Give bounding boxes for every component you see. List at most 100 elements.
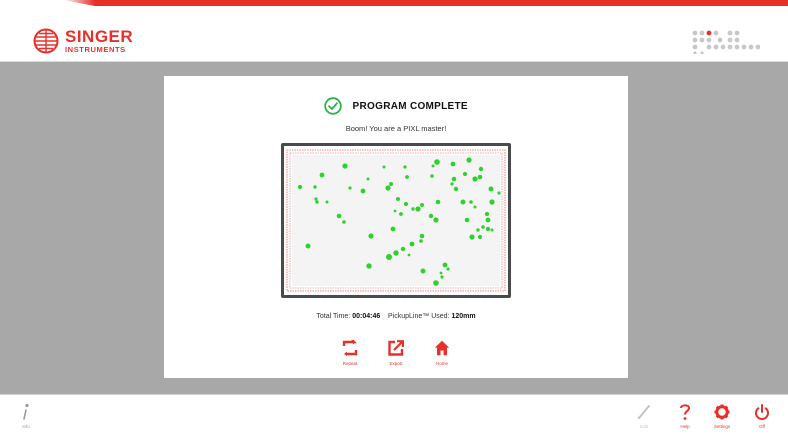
colony-dot [393, 209, 397, 213]
colony-dot [366, 263, 372, 269]
help-button[interactable]: Help [671, 403, 699, 429]
info-icon [23, 403, 29, 420]
repeat-button[interactable]: Repeat [336, 340, 364, 366]
colony-dot [451, 176, 457, 182]
program-complete-heading: PROGRAM COMPLETE [164, 97, 628, 117]
gear-icon [714, 404, 730, 420]
home-label: Home [435, 361, 448, 366]
colony-dot [390, 226, 396, 232]
colony-dot [360, 188, 366, 194]
colony-dot [490, 228, 494, 232]
home-icon [434, 340, 450, 356]
off-button[interactable]: Off [748, 403, 776, 429]
colony-dot [435, 199, 441, 205]
brand-subtitle: INSTRUMENTS [65, 45, 126, 55]
colony-dot [466, 157, 472, 163]
colony-dot [409, 241, 415, 247]
colony-dot [385, 185, 391, 191]
colony-dot [420, 268, 426, 274]
colony-dot [403, 201, 409, 207]
colony-dot [439, 271, 443, 275]
colony-dot [476, 228, 480, 232]
export-button[interactable]: Export [382, 340, 410, 366]
repeat-label: Repeat [342, 361, 358, 366]
home-button[interactable]: Home [428, 340, 456, 366]
pickupline-value: 120mm [451, 313, 476, 320]
colony-dot [462, 171, 468, 177]
colony-dot [342, 163, 348, 169]
colony-dot [434, 159, 440, 165]
colony-dot [478, 166, 484, 172]
colony-dot [415, 206, 421, 212]
question-icon [680, 404, 691, 420]
footer-bar: Info Edit Help Settings Off [0, 394, 788, 434]
edit-button[interactable]: Edit [630, 403, 658, 429]
colony-dot [477, 174, 483, 180]
program-complete-card: PROGRAM COMPLETE Boom! You are a PIXL ma… [164, 76, 628, 378]
export-icon [388, 340, 404, 356]
colony-dot [433, 280, 439, 286]
colony-dot [368, 233, 374, 239]
program-complete-title: PROGRAM COMPLETE [352, 100, 468, 112]
colony-dot [440, 275, 444, 279]
colony-dot [469, 200, 473, 204]
colony-dot [481, 225, 485, 229]
brand-name: SINGER [65, 27, 134, 47]
settings-button[interactable]: Settings [708, 403, 736, 429]
colony-dot [477, 234, 483, 240]
colony-dot [382, 165, 386, 169]
colony-dot [325, 200, 329, 204]
colony-dot [419, 239, 423, 243]
colony-dot [297, 184, 303, 190]
colony-dot [442, 262, 448, 268]
total-time-value: 00:04:46 [352, 313, 381, 320]
colony-dot [428, 213, 434, 219]
singer-globe-icon [33, 28, 59, 54]
colony-dot [313, 185, 317, 189]
pencil-icon [637, 405, 650, 420]
help-label: Help [680, 424, 690, 429]
colony-dot [419, 233, 425, 239]
colony-dot [411, 207, 415, 211]
completion-message: Boom! You are a PIXL master! [345, 124, 447, 133]
colony-dot [485, 217, 491, 223]
colony-dot [386, 254, 392, 260]
colony-dot [446, 267, 450, 271]
repeat-icon [342, 340, 358, 356]
colony-dot [433, 217, 439, 223]
colony-dot [348, 186, 352, 190]
colony-dot [396, 197, 400, 201]
colony-dot [314, 197, 318, 201]
colony-dot [420, 203, 424, 207]
colony-dot [489, 199, 495, 205]
colony-dot [393, 250, 399, 256]
colony-dot [497, 191, 501, 195]
colony-dot [403, 165, 407, 169]
colony-dot [366, 177, 370, 181]
colony-dot [407, 253, 411, 257]
colony-dot [431, 164, 435, 168]
colony-dot [336, 213, 342, 219]
off-label: Off [759, 424, 765, 429]
power-icon [755, 404, 769, 420]
info-label: Info [22, 424, 30, 429]
colony-dot [469, 234, 475, 240]
colony-dot [488, 186, 494, 192]
action-buttons: Repeat Export Home [164, 340, 628, 366]
colony-dot [405, 175, 409, 179]
colony-dot [485, 226, 491, 232]
colony-dot [453, 186, 459, 192]
header-bar: SINGER INSTRUMENTS [0, 6, 788, 62]
pickupline-label: PickupLine™ Used: [388, 313, 450, 320]
colony-dot [305, 243, 311, 249]
info-button[interactable]: Info [12, 403, 40, 429]
colony-dot [464, 217, 470, 223]
colony-dot [389, 182, 393, 186]
colony-dot [399, 212, 403, 216]
colony-dot [342, 220, 346, 224]
colony-dot [460, 199, 466, 205]
singer-logo: SINGER INSTRUMENTS [33, 28, 133, 54]
colony-dot [484, 211, 490, 217]
plate-preview [281, 143, 511, 298]
colony-dot [319, 172, 325, 178]
